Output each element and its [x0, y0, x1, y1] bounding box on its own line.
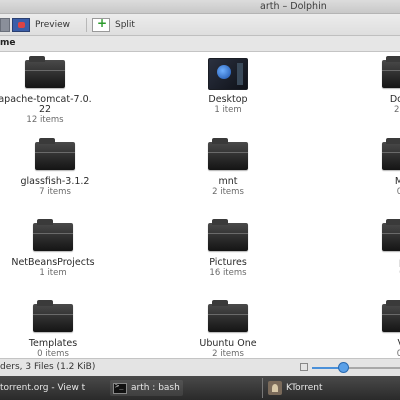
folder-item[interactable]: NetBeansProjects 1 item: [0, 219, 118, 278]
taskbar-task-ktorrent[interactable]: KTorrent: [268, 380, 323, 396]
status-text: ders, 3 Files (1.2 KiB): [0, 362, 96, 372]
split-label: Split: [115, 20, 135, 30]
folder-item[interactable]: Vi 0 i: [337, 300, 400, 358]
window-title: arth – Dolphin: [260, 1, 327, 12]
taskbar-separator: [262, 378, 263, 398]
desktop-item[interactable]: Desktop 1 item: [163, 58, 293, 115]
folder-icon: [25, 56, 65, 90]
item-count: 2 items: [212, 187, 244, 197]
item-count: 0 i: [396, 349, 400, 358]
folder-icon: [382, 300, 400, 334]
toolbar: Preview Split: [0, 14, 400, 36]
item-count: 16 items: [209, 268, 247, 278]
folder-item[interactable]: Templates 0 items: [0, 300, 118, 358]
item-name: glassfish-3.1.2: [20, 176, 90, 187]
folder-icon: [33, 219, 73, 253]
preview-label: Preview: [35, 20, 71, 30]
item-name: Desktop: [208, 94, 248, 105]
zoom-out-icon[interactable]: [300, 363, 308, 371]
task-label: torrent.org - View t: [0, 383, 86, 393]
item-count: 0 i: [396, 187, 400, 197]
taskbar-task-browser[interactable]: torrent.org - View t: [0, 380, 85, 396]
folder-icon: [35, 138, 75, 172]
folder-item[interactable]: Pictures 16 items: [163, 219, 293, 278]
item-count: 7 items: [39, 187, 71, 197]
folder-item[interactable]: apache-tomcat-7.0. 22 12 items: [0, 56, 110, 125]
folder-item[interactable]: Docu 26 i: [337, 56, 400, 115]
preview-icon: [12, 18, 30, 32]
item-name: apache-tomcat-7.0.: [0, 94, 92, 105]
folder-icon: [382, 56, 400, 90]
item-name: p: [337, 258, 400, 268]
toolbar-button-partial[interactable]: [0, 17, 10, 33]
item-count: 1 item: [39, 268, 67, 278]
folder-item[interactable]: Ubuntu One 2 items: [163, 300, 293, 358]
taskbar-task-terminal[interactable]: arth : bash: [110, 380, 183, 396]
status-bar: ders, 3 Files (1.2 KiB): [0, 358, 400, 376]
item-name: NetBeansProjects: [11, 257, 95, 268]
item-name: Docu: [389, 94, 400, 105]
folder-icon: [382, 219, 400, 253]
item-count: 26 i: [394, 105, 400, 115]
window-titlebar[interactable]: arth – Dolphin: [0, 0, 400, 14]
folder-item[interactable]: p 0: [337, 219, 400, 278]
item-name: Ubuntu One: [199, 338, 257, 349]
item-count: 0 items: [37, 349, 69, 358]
toolbar-separator: [86, 18, 87, 32]
folder-item[interactable]: mnt 2 items: [163, 138, 293, 197]
item-count: 0: [337, 268, 400, 278]
folder-icon: [208, 300, 248, 334]
task-label: arth : bash: [131, 383, 180, 393]
zoom-slider-handle[interactable]: [337, 362, 349, 373]
file-view[interactable]: apache-tomcat-7.0. 22 12 items Desktop 1…: [0, 52, 400, 358]
folder-icon: [33, 300, 73, 334]
item-name: Pictures: [209, 257, 247, 268]
item-name: Mu: [394, 176, 400, 187]
task-label: KTorrent: [286, 383, 323, 393]
location-bar[interactable]: me: [0, 36, 400, 52]
split-button[interactable]: Split: [92, 16, 135, 33]
item-name: Vi: [337, 339, 400, 349]
item-name-line2: 22: [38, 104, 52, 115]
taskbar: torrent.org - View t arth : bash KTorren…: [0, 376, 400, 400]
split-icon: [92, 16, 110, 32]
toolbar-partial-icon: [0, 18, 10, 32]
item-count: 1 item: [214, 105, 242, 115]
ktorrent-icon: [268, 381, 282, 395]
preview-button[interactable]: Preview: [12, 17, 70, 33]
folder-icon: [382, 138, 400, 172]
folder-item[interactable]: Mu 0 i: [337, 138, 400, 197]
item-count: 2 items: [212, 349, 244, 358]
item-count: 12 items: [26, 115, 64, 125]
item-name: mnt: [218, 176, 238, 187]
desktop-thumbnail-icon: [208, 58, 248, 90]
breadcrumb[interactable]: me: [0, 38, 15, 48]
zoom-slider[interactable]: [312, 362, 400, 373]
folder-icon: [208, 219, 248, 253]
folder-item[interactable]: glassfish-3.1.2 7 items: [0, 138, 120, 197]
terminal-icon: [113, 382, 127, 394]
item-name: Templates: [28, 338, 78, 349]
folder-icon: [208, 138, 248, 172]
